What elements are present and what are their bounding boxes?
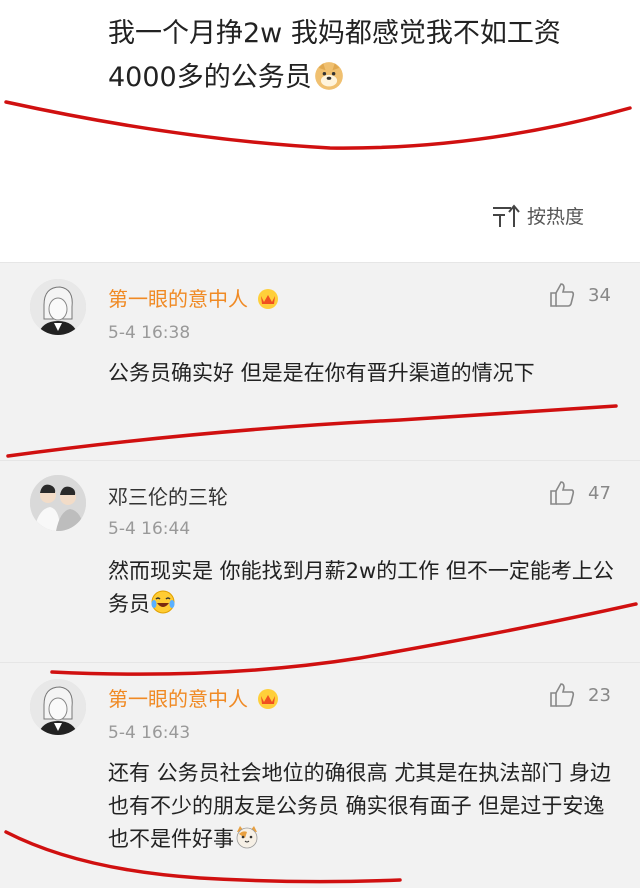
comment-text: 公务员确实好 但是是在你有晋升渠道的情况下 [108,361,535,385]
comment-time: 5-4 16:43 [108,723,191,743]
sort-label: 按热度 [526,206,584,228]
comment-item: 邓三伦的三轮 5-4 16:44 47 然而现实是 你能找到月薪2w的工作 但不… [0,460,640,663]
author-name[interactable]: 第一眼的意中人 [108,683,248,712]
vip-crown-icon [258,688,278,709]
like-count: 47 [588,482,611,504]
comment-time: 5-4 16:38 [108,323,191,343]
author-name[interactable]: 第一眼的意中人 [108,283,248,312]
comment-item: 第一眼的意中人 5-4 16:38 34 公务员确实好 但是是在你有晋升渠道的情… [0,262,640,461]
thumb-up-icon [550,481,575,505]
comment-time: 5-4 16:44 [108,519,191,539]
laugh-cry-emoji [151,590,175,614]
comment-author[interactable]: 第一眼的意中人 [108,683,280,712]
vip-crown-icon [258,288,278,309]
comment-author[interactable]: 邓三伦的三轮 [108,481,228,510]
thumb-up-icon [550,683,575,707]
like-count: 23 [588,684,611,706]
like-button[interactable]: 34 [548,281,611,309]
avatar[interactable] [30,279,86,335]
post-card: 我一个月挣2w 我妈都感觉我不如工资 4000多的公务员 按热度 [0,0,640,262]
comment-item: 第一眼的意中人 5-4 16:43 23 还有 公务员社会地位的确很高 尤其是在… [0,662,640,888]
comment-text: 还有 公务员社会地位的确很高 尤其是在执法部门 身边也有不少的朋友是公务员 确实… [108,757,616,856]
post-text-line1: 我一个月挣2w 我妈都感觉我不如工资 [108,18,561,49]
avatar[interactable] [30,475,86,531]
like-count: 34 [588,284,611,306]
like-button[interactable]: 47 [548,479,611,507]
cat-emoji [236,826,258,849]
avatar[interactable] [30,679,86,735]
doge-emoji [314,62,343,90]
post-text-line2: 4000多的公务员 [108,62,312,93]
author-name[interactable]: 邓三伦的三轮 [108,481,228,510]
thumb-up-icon [550,283,575,307]
comment-text-content: 然而现实是 你能找到月薪2w的工作 但不一定能考上公务员 [108,559,614,616]
sort-by-hot-button[interactable]: 按热度 [491,202,584,229]
comment-author[interactable]: 第一眼的意中人 [108,283,280,312]
like-button[interactable]: 23 [548,681,611,709]
post-text: 我一个月挣2w 我妈都感觉我不如工资 4000多的公务员 [108,12,608,100]
sort-icon [492,203,520,227]
comment-text-content: 还有 公务员社会地位的确很高 尤其是在执法部门 身边也有不少的朋友是公务员 确实… [108,761,612,851]
comment-text: 然而现实是 你能找到月薪2w的工作 但不一定能考上公务员 [108,555,616,621]
